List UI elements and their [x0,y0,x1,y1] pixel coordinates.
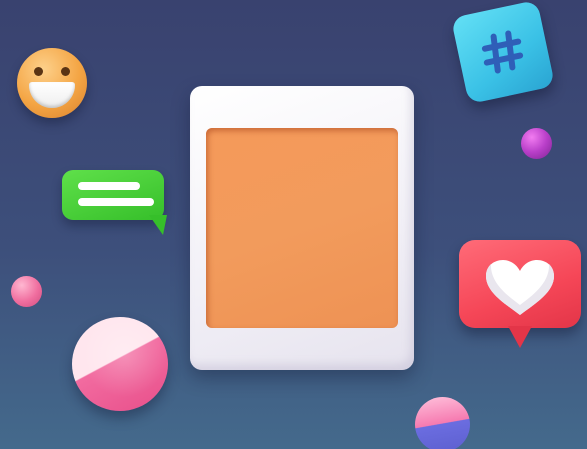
purple-sphere [521,128,552,159]
emoji-right-eye [61,67,70,76]
heart-like-icon [459,240,581,348]
chat-line-bottom [78,198,154,206]
emoji-mouth [29,82,75,108]
pink-blue-sphere [415,397,470,449]
illustration-scene [0,0,587,449]
chat-line-top [78,182,140,190]
pink-sphere [11,276,42,307]
photo-placeholder [206,128,398,328]
hashtag-icon [450,0,556,105]
heart-glyph [486,260,554,315]
smiley-emoji-icon [17,48,87,118]
emoji-left-eye [34,67,43,76]
blank-photo-frame [190,86,414,370]
pink-white-sphere [72,317,168,411]
chat-bubble-icon [62,170,167,235]
hashtag-glyph [481,30,524,74]
